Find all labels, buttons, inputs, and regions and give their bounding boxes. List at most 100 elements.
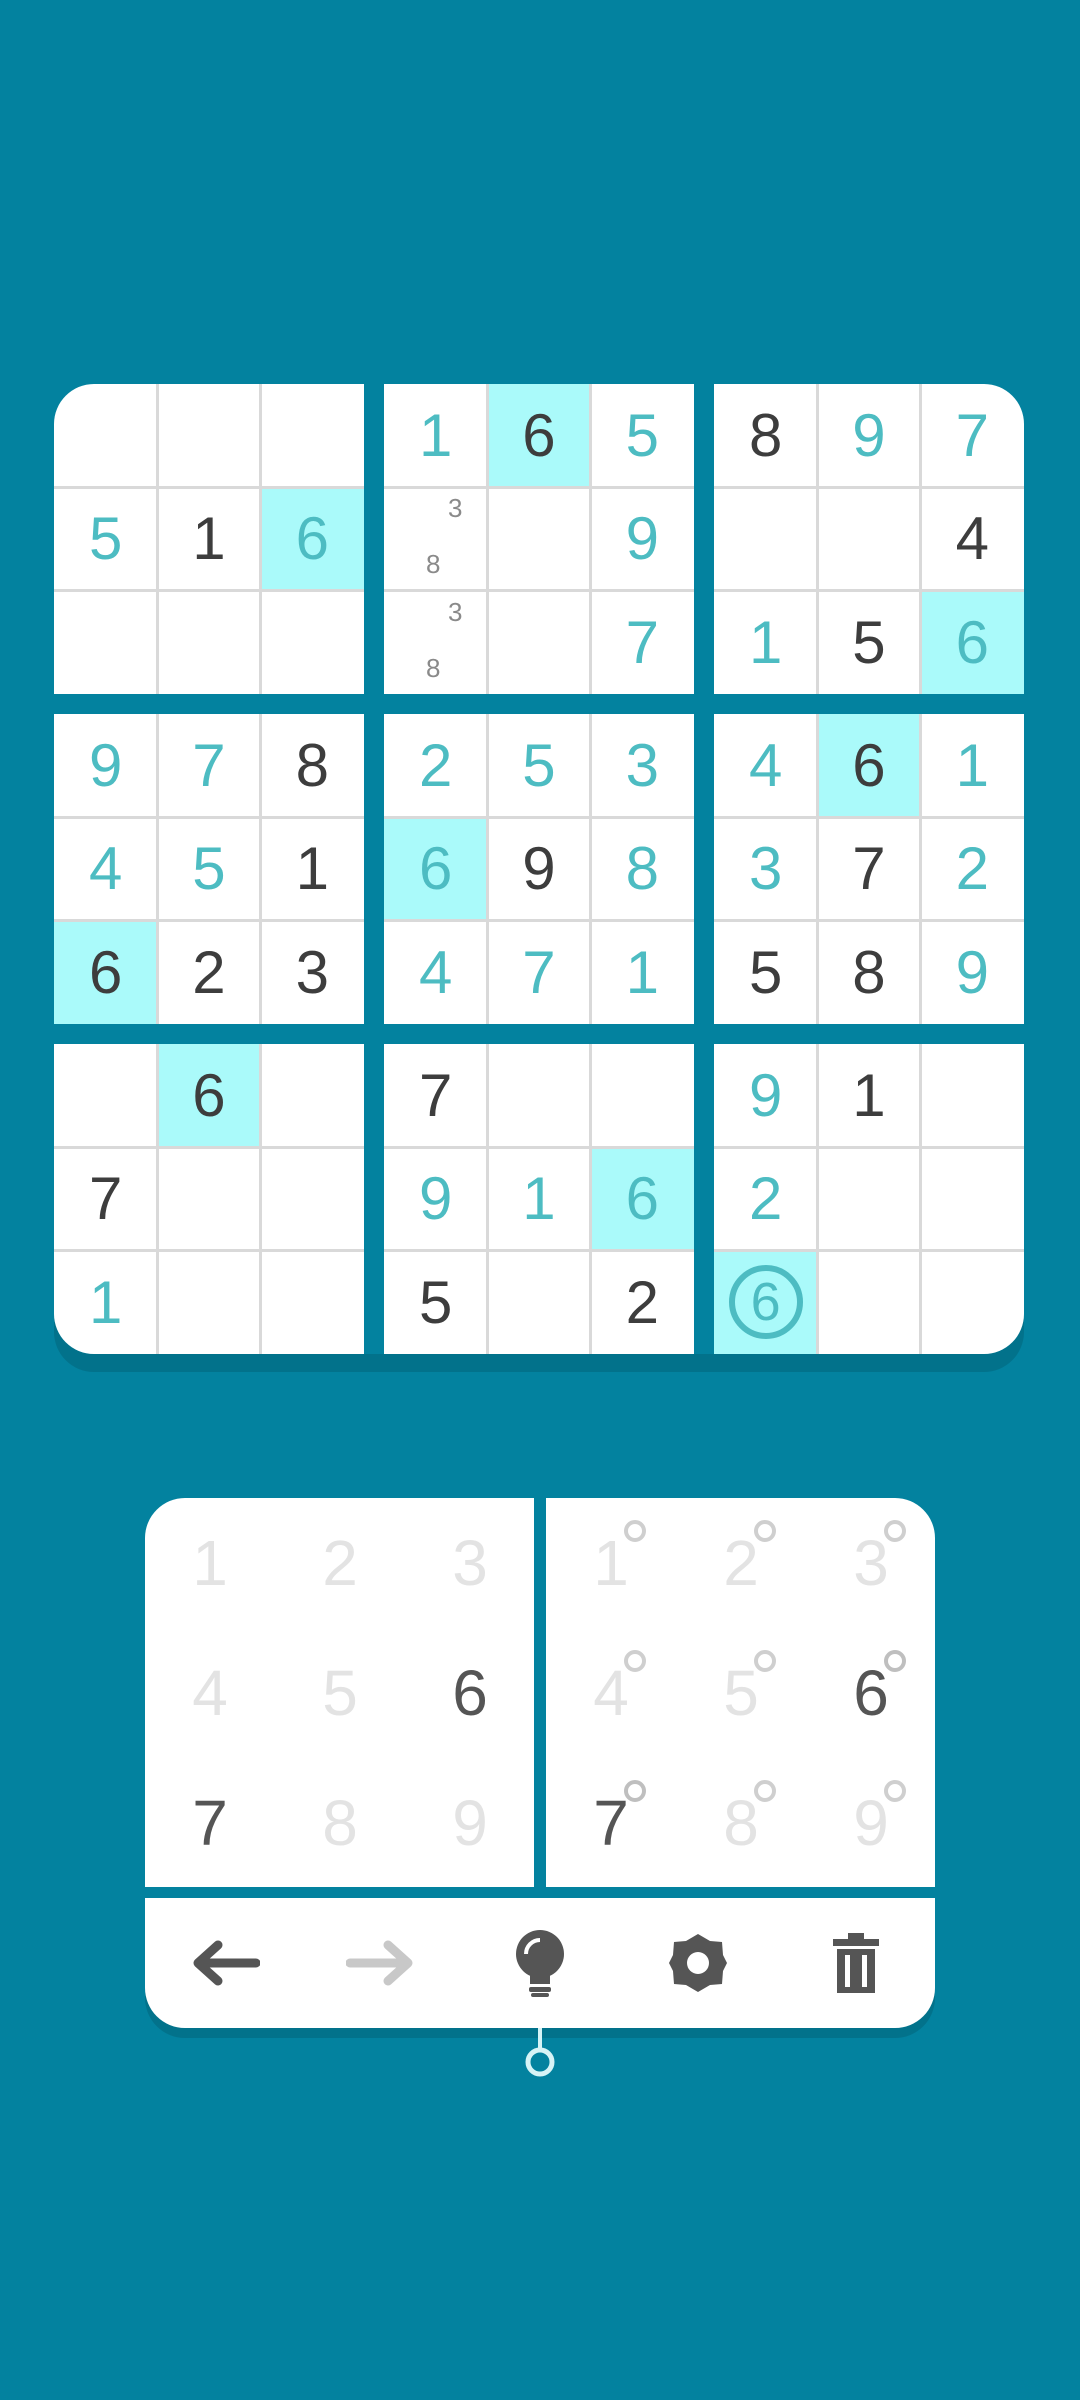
sudoku-cell[interactable]: 7 bbox=[487, 921, 590, 1024]
sudoku-cell[interactable]: 38 bbox=[384, 487, 487, 590]
redo-button[interactable] bbox=[337, 1918, 427, 2008]
sudoku-cell[interactable] bbox=[817, 1147, 920, 1250]
sudoku-cell[interactable] bbox=[157, 591, 260, 694]
note-key[interactable]: 5 bbox=[676, 1628, 806, 1758]
sudoku-cell[interactable] bbox=[487, 487, 590, 590]
sudoku-cell[interactable]: 1 bbox=[714, 591, 817, 694]
sudoku-cell[interactable]: 8 bbox=[714, 384, 817, 487]
sudoku-cell[interactable]: 1 bbox=[487, 1147, 590, 1250]
sudoku-cell[interactable]: 6 bbox=[54, 920, 158, 1024]
drag-handle[interactable] bbox=[525, 2028, 555, 2078]
sudoku-cell[interactable]: 1 bbox=[817, 1044, 920, 1147]
sudoku-cell[interactable]: 2 bbox=[384, 714, 487, 817]
sudoku-cell[interactable] bbox=[714, 487, 817, 590]
sudoku-cell[interactable]: 4 bbox=[714, 714, 817, 817]
number-key[interactable]: 3 bbox=[405, 1498, 535, 1628]
number-key[interactable]: 8 bbox=[275, 1758, 405, 1888]
sudoku-cell[interactable]: 5 bbox=[54, 487, 157, 590]
sudoku-cell[interactable] bbox=[54, 591, 157, 694]
number-key[interactable]: 2 bbox=[275, 1498, 405, 1628]
hint-button[interactable] bbox=[495, 1918, 585, 2008]
sudoku-cell[interactable]: 6 bbox=[384, 817, 488, 921]
sudoku-cell[interactable]: 3 bbox=[591, 714, 694, 817]
sudoku-cell[interactable]: 6 bbox=[714, 1250, 818, 1354]
sudoku-cell[interactable]: 1 bbox=[591, 921, 694, 1024]
sudoku-cell[interactable]: 9 bbox=[487, 817, 590, 920]
sudoku-cell[interactable]: 9 bbox=[591, 487, 694, 590]
sudoku-cell[interactable] bbox=[54, 384, 157, 487]
sudoku-cell[interactable] bbox=[921, 1147, 1024, 1250]
number-key[interactable]: 7 bbox=[145, 1758, 275, 1888]
sudoku-cell[interactable]: 2 bbox=[591, 1251, 694, 1354]
sudoku-cell[interactable]: 4 bbox=[54, 817, 157, 920]
sudoku-cell[interactable]: 1 bbox=[921, 714, 1024, 817]
number-key[interactable]: 4 bbox=[145, 1628, 275, 1758]
sudoku-cell[interactable]: 9 bbox=[921, 921, 1024, 1024]
sudoku-cell[interactable]: 3 bbox=[714, 817, 817, 920]
sudoku-cell[interactable] bbox=[817, 487, 920, 590]
sudoku-cell[interactable]: 7 bbox=[384, 1044, 487, 1147]
sudoku-cell[interactable]: 1 bbox=[261, 817, 364, 920]
sudoku-cell[interactable]: 6 bbox=[817, 714, 921, 818]
sudoku-cell[interactable]: 1 bbox=[384, 384, 487, 487]
sudoku-cell[interactable]: 7 bbox=[591, 591, 694, 694]
sudoku-cell[interactable] bbox=[921, 1044, 1024, 1147]
sudoku-cell[interactable]: 5 bbox=[487, 714, 590, 817]
sudoku-cell[interactable]: 8 bbox=[261, 714, 364, 817]
sudoku-cell[interactable]: 4 bbox=[384, 921, 487, 1024]
sudoku-cell[interactable] bbox=[261, 1147, 364, 1250]
note-key[interactable]: 4 bbox=[546, 1628, 676, 1758]
note-key[interactable]: 2 bbox=[676, 1498, 806, 1628]
sudoku-cell[interactable]: 9 bbox=[714, 1044, 817, 1147]
sudoku-cell[interactable]: 7 bbox=[817, 817, 920, 920]
sudoku-cell[interactable]: 2 bbox=[921, 817, 1024, 920]
sudoku-cell[interactable]: 7 bbox=[157, 714, 260, 817]
sudoku-cell[interactable] bbox=[157, 1251, 260, 1354]
number-key[interactable]: 6 bbox=[405, 1628, 535, 1758]
sudoku-cell[interactable]: 8 bbox=[817, 921, 920, 1024]
sudoku-cell[interactable]: 1 bbox=[54, 1251, 157, 1354]
number-key[interactable]: 9 bbox=[405, 1758, 535, 1888]
sudoku-cell[interactable]: 6 bbox=[157, 1044, 261, 1148]
note-key[interactable]: 3 bbox=[806, 1498, 936, 1628]
sudoku-cell[interactable]: 9 bbox=[54, 714, 157, 817]
sudoku-cell[interactable]: 3 bbox=[261, 921, 364, 1024]
sudoku-cell[interactable]: 8 bbox=[591, 817, 694, 920]
sudoku-cell[interactable]: 6 bbox=[590, 1147, 694, 1251]
sudoku-cell[interactable]: 38 bbox=[384, 591, 487, 694]
number-key[interactable]: 5 bbox=[275, 1628, 405, 1758]
sudoku-cell[interactable] bbox=[157, 1147, 260, 1250]
sudoku-cell[interactable]: 5 bbox=[384, 1251, 487, 1354]
sudoku-cell[interactable] bbox=[261, 1044, 364, 1147]
sudoku-cell[interactable] bbox=[487, 591, 590, 694]
sudoku-cell[interactable]: 9 bbox=[384, 1147, 487, 1250]
note-key[interactable]: 9 bbox=[806, 1758, 936, 1888]
note-key[interactable]: 6 bbox=[806, 1628, 936, 1758]
sudoku-cell[interactable] bbox=[54, 1044, 157, 1147]
sudoku-cell[interactable]: 1 bbox=[157, 487, 260, 590]
note-key[interactable]: 1 bbox=[546, 1498, 676, 1628]
sudoku-cell[interactable] bbox=[487, 1044, 590, 1147]
sudoku-cell[interactable] bbox=[261, 1251, 364, 1354]
note-key[interactable]: 8 bbox=[676, 1758, 806, 1888]
sudoku-cell[interactable]: 5 bbox=[591, 384, 694, 487]
sudoku-cell[interactable]: 2 bbox=[714, 1147, 817, 1250]
delete-button[interactable] bbox=[811, 1918, 901, 2008]
sudoku-cell[interactable]: 7 bbox=[54, 1147, 157, 1250]
settings-button[interactable] bbox=[653, 1918, 743, 2008]
sudoku-cell[interactable]: 5 bbox=[157, 817, 260, 920]
sudoku-cell[interactable] bbox=[817, 1251, 920, 1354]
undo-button[interactable] bbox=[179, 1918, 269, 2008]
sudoku-cell[interactable]: 6 bbox=[920, 590, 1024, 694]
sudoku-cell[interactable]: 9 bbox=[817, 384, 920, 487]
sudoku-cell[interactable] bbox=[591, 1044, 694, 1147]
sudoku-cell[interactable] bbox=[157, 384, 260, 487]
sudoku-cell[interactable]: 5 bbox=[817, 591, 920, 694]
sudoku-cell[interactable]: 5 bbox=[714, 921, 817, 1024]
sudoku-cell[interactable] bbox=[261, 384, 364, 487]
sudoku-cell[interactable]: 6 bbox=[260, 487, 364, 591]
sudoku-cell[interactable] bbox=[487, 1251, 590, 1354]
sudoku-cell[interactable]: 6 bbox=[487, 384, 591, 488]
note-key[interactable]: 7 bbox=[546, 1758, 676, 1888]
sudoku-cell[interactable] bbox=[921, 1251, 1024, 1354]
